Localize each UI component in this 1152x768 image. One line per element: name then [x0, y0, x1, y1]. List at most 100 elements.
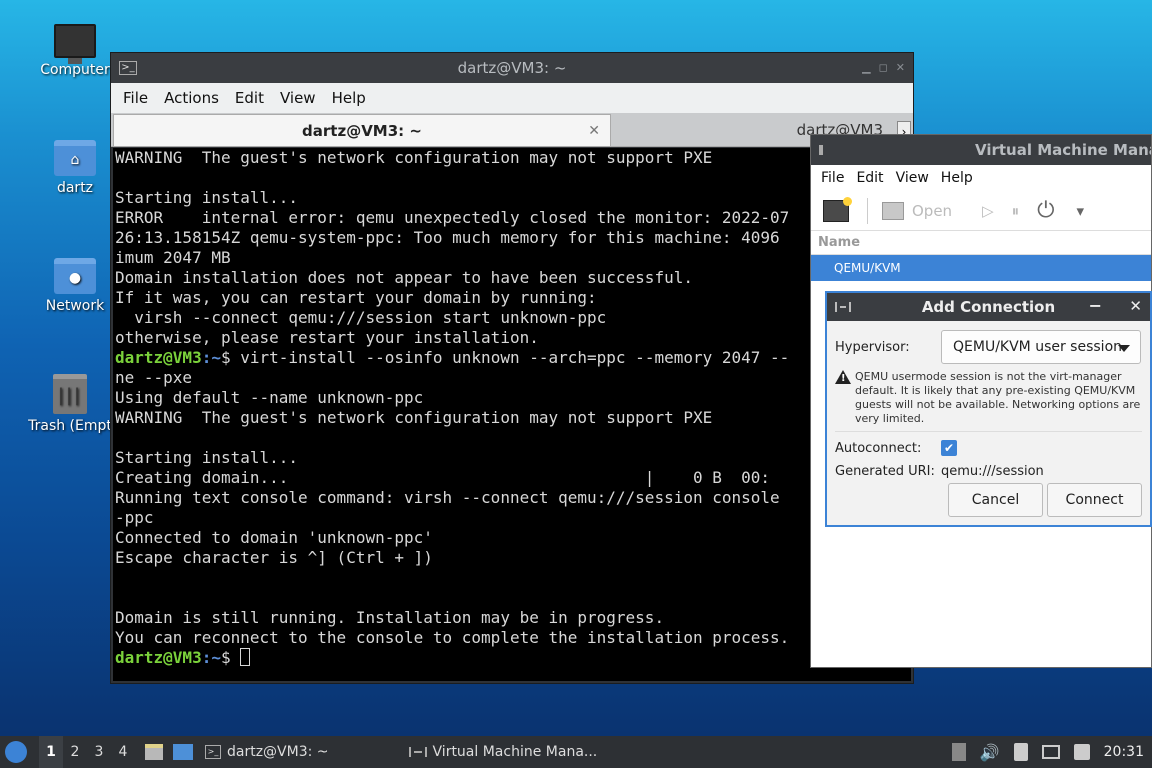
new-vm-icon[interactable]: [823, 196, 852, 222]
term-line: [115, 588, 911, 608]
desktop-icon-label: Network: [45, 298, 105, 314]
vmm-menu-file[interactable]: File: [815, 170, 850, 186]
network-folder-icon: ●: [54, 258, 96, 294]
workspace-3[interactable]: 3: [87, 744, 111, 760]
term-line: Domain is still running. Installation ma…: [115, 608, 665, 627]
computer-icon: [54, 24, 96, 64]
term-line: otherwise, please restart your installat…: [115, 328, 539, 347]
vmm-titlebar[interactable]: Virtual Machine Mana: [811, 135, 1151, 165]
prompt-path: :~: [201, 648, 221, 667]
workspace-4[interactable]: 4: [111, 744, 135, 760]
term-line: Using default --name unknown-ppc: [115, 388, 424, 407]
trash-icon: |||: [53, 374, 87, 414]
prompt-symbol: $: [220, 348, 241, 367]
hypervisor-label: Hypervisor:: [835, 339, 910, 355]
maximize-icon[interactable]: ◻: [879, 61, 888, 74]
term-line: WARNING The guest's network configuratio…: [115, 148, 713, 167]
command-text: virt-install --osinfo unknown --arch=ppc…: [240, 348, 790, 367]
warning-text: QEMU usermode session is not the virt-ma…: [855, 370, 1141, 425]
term-line: ne --pxe: [115, 368, 193, 387]
cancel-button[interactable]: Cancel: [948, 483, 1043, 517]
chevron-down-icon: [1118, 345, 1130, 352]
dialog-titlebar[interactable]: Add Connection − ✕: [827, 293, 1150, 321]
terminal-output[interactable]: WARNING The guest's network configuratio…: [113, 148, 911, 681]
generated-uri-value: qemu:///session: [941, 463, 1044, 479]
term-line: Running text console command: virsh --co…: [115, 488, 780, 507]
file-manager-icon[interactable]: [145, 744, 163, 760]
desktop-icon-computer[interactable]: Computer: [27, 24, 123, 78]
terminal-app-icon: >_: [119, 61, 137, 75]
term-line: Starting install...: [115, 448, 299, 467]
tab-active[interactable]: dartz@VM3: ~ ✕: [113, 114, 611, 146]
hypervisor-select[interactable]: QEMU/KVM user session: [941, 330, 1141, 364]
virt-manager-logo-icon: [819, 145, 823, 155]
open-button[interactable]: Open: [912, 202, 952, 220]
taskbar: 1 2 3 4 >_ dartz@VM3: ~ Virtual Machine …: [0, 736, 1152, 768]
minimize-icon[interactable]: −: [1089, 296, 1102, 315]
warning-icon: !: [835, 370, 851, 384]
vmm-menu-edit[interactable]: Edit: [850, 170, 889, 186]
network-icon[interactable]: [1041, 745, 1060, 759]
command-line: dartz@VM3:~$ virt-install --osinfo unkno…: [115, 348, 911, 368]
connect-button[interactable]: Connect: [1047, 483, 1142, 517]
tab-label: dartz@VM3: ~: [302, 121, 422, 140]
vmm-menu-help[interactable]: Help: [935, 170, 979, 186]
power-menu-chevron-icon[interactable]: ▾: [1077, 202, 1085, 220]
autoconnect-checkbox[interactable]: ✔: [941, 440, 957, 456]
pause-icon[interactable]: ⏸: [1012, 202, 1020, 220]
task-virt-manager[interactable]: Virtual Machine Mana...: [408, 744, 598, 760]
usermode-warning: ! QEMU usermode session is not the virt-…: [835, 370, 1142, 432]
hypervisor-value: QEMU/KVM user session: [953, 339, 1123, 355]
term-line: If it was, you can restart your domain b…: [115, 288, 597, 307]
column-header-name[interactable]: Name: [811, 231, 1151, 255]
terminal-titlebar[interactable]: >_ dartz@VM3: ~ ▁ ◻ ✕: [111, 53, 913, 83]
term-line: Domain installation does not appear to h…: [115, 268, 693, 287]
term-line: [115, 568, 911, 588]
task-terminal[interactable]: >_ dartz@VM3: ~: [205, 744, 329, 760]
tab-close-icon[interactable]: ✕: [588, 123, 600, 139]
terminal-app-icon: >_: [205, 745, 221, 759]
updates-icon[interactable]: [951, 743, 966, 761]
start-menu-icon[interactable]: [5, 741, 27, 763]
text-cursor: [240, 648, 251, 666]
volume-icon[interactable]: 🔊: [980, 743, 1000, 762]
menu-edit[interactable]: Edit: [227, 89, 272, 107]
term-line: -ppc: [115, 508, 154, 527]
minimize-icon[interactable]: ▁: [862, 61, 870, 74]
workspace-2[interactable]: 2: [63, 744, 87, 760]
term-line: ERROR internal error: qemu unexpectedly …: [115, 208, 790, 227]
vmm-menubar: File Edit View Help: [811, 165, 1151, 191]
menu-help[interactable]: Help: [324, 89, 374, 107]
home-folder-icon: ⌂: [54, 140, 96, 176]
terminal-menubar: File Actions Edit View Help: [111, 83, 913, 113]
menu-actions[interactable]: Actions: [156, 89, 227, 107]
vmm-menu-view[interactable]: View: [890, 170, 935, 186]
desktop-icon-home[interactable]: ⌂ dartz: [27, 140, 123, 196]
workspace-1[interactable]: 1: [39, 736, 63, 768]
run-icon[interactable]: ▷: [982, 202, 994, 220]
notification-icon[interactable]: [1073, 744, 1090, 760]
connection-row-qemu-kvm[interactable]: QEMU/KVM: [811, 255, 1151, 281]
open-console-icon[interactable]: [882, 201, 904, 220]
menu-file[interactable]: File: [115, 89, 156, 107]
desktop-icon-trash[interactable]: ||| Trash (Empt: [22, 374, 118, 434]
prompt-user: dartz@VM3: [115, 348, 202, 367]
power-icon[interactable]: ⏻: [1037, 198, 1054, 223]
term-line: [115, 168, 911, 188]
menu-view[interactable]: View: [272, 89, 324, 107]
terminal-window[interactable]: >_ dartz@VM3: ~ ▁ ◻ ✕ File Actions Edit …: [110, 52, 914, 684]
vmm-title: Virtual Machine Mana: [975, 141, 1152, 159]
prompt-symbol: $: [220, 648, 241, 667]
clipboard-icon[interactable]: [1013, 743, 1028, 761]
clock[interactable]: 20:31: [1104, 744, 1144, 760]
current-prompt[interactable]: dartz@VM3:~$: [115, 648, 911, 668]
close-icon[interactable]: ✕: [1129, 297, 1142, 315]
show-desktop-icon[interactable]: [173, 744, 193, 760]
close-icon[interactable]: ✕: [896, 61, 905, 74]
task-label: Virtual Machine Mana...: [432, 744, 598, 760]
add-connection-dialog[interactable]: Add Connection − ✕ Hypervisor: QEMU/KVM …: [825, 291, 1152, 527]
system-tray: 🔊 20:31: [951, 736, 1144, 768]
virt-manager-logo-icon: [408, 747, 427, 757]
desktop-icon-network[interactable]: ● Network: [27, 258, 123, 314]
autoconnect-label: Autoconnect:: [835, 440, 922, 456]
